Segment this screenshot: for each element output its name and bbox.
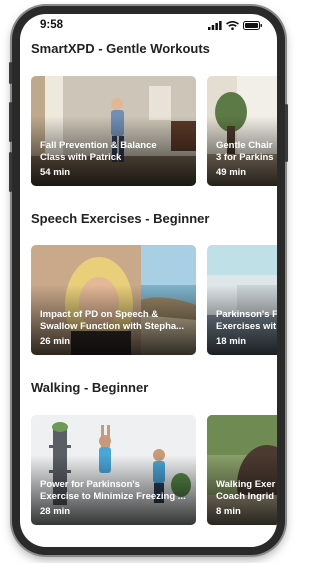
card-duration: 18 min xyxy=(216,336,247,347)
carousel-speech-exercises[interactable]: Impact of PD on Speech & Swallow Functio… xyxy=(31,245,277,355)
section-title-walking: Walking - Beginner xyxy=(31,380,149,395)
card-title: Impact of PD on Speech & Swallow Functio… xyxy=(40,309,185,332)
card-duration: 28 min xyxy=(40,506,71,517)
card-duration: 26 min xyxy=(40,336,71,347)
card-duration: 54 min xyxy=(40,167,71,178)
status-icons xyxy=(208,21,263,30)
status-time: 9:58 xyxy=(40,19,64,31)
video-card[interactable]: Gentle Chair 3 for Parkins 49 min xyxy=(207,76,277,186)
section-title-speech-exercises: Speech Exercises - Beginner xyxy=(31,211,210,226)
video-card[interactable]: Fall Prevention & Balance Class with Pat… xyxy=(31,76,196,186)
card-title: Power for Parkinson's Exercise to Minimi… xyxy=(40,479,186,502)
app-screen: 9:58 SmartXPD - Gentle Workouts Fall Pre… xyxy=(20,14,277,547)
carousel-walking[interactable]: Power for Parkinson's Exercise to Minimi… xyxy=(31,415,277,525)
wifi-icon xyxy=(226,21,239,30)
card-duration: 49 min xyxy=(216,167,247,178)
video-card[interactable]: Parkinson's F Exercises wit 18 min xyxy=(207,245,277,355)
power-button xyxy=(285,104,288,162)
silent-switch xyxy=(9,62,12,84)
card-title: Gentle Chair 3 for Parkins xyxy=(216,140,274,163)
video-card[interactable]: Power for Parkinson's Exercise to Minimi… xyxy=(31,415,196,525)
section-title-gentle-workouts: SmartXPD - Gentle Workouts xyxy=(31,41,210,56)
card-title: Parkinson's F Exercises wit xyxy=(216,309,277,332)
status-bar: 9:58 xyxy=(20,14,277,40)
video-card[interactable]: Walking Exer Coach Ingrid 8 min xyxy=(207,415,277,525)
card-title: Walking Exer Coach Ingrid xyxy=(216,479,276,502)
card-duration: 8 min xyxy=(216,506,241,517)
video-card[interactable]: Impact of PD on Speech & Swallow Functio… xyxy=(31,245,196,355)
battery-icon xyxy=(243,21,262,30)
volume-down-button xyxy=(9,152,12,192)
carousel-gentle-workouts[interactable]: Fall Prevention & Balance Class with Pat… xyxy=(31,76,277,186)
cellular-signal-icon xyxy=(208,21,222,30)
card-title: Fall Prevention & Balance Class with Pat… xyxy=(40,140,157,163)
volume-up-button xyxy=(9,102,12,142)
